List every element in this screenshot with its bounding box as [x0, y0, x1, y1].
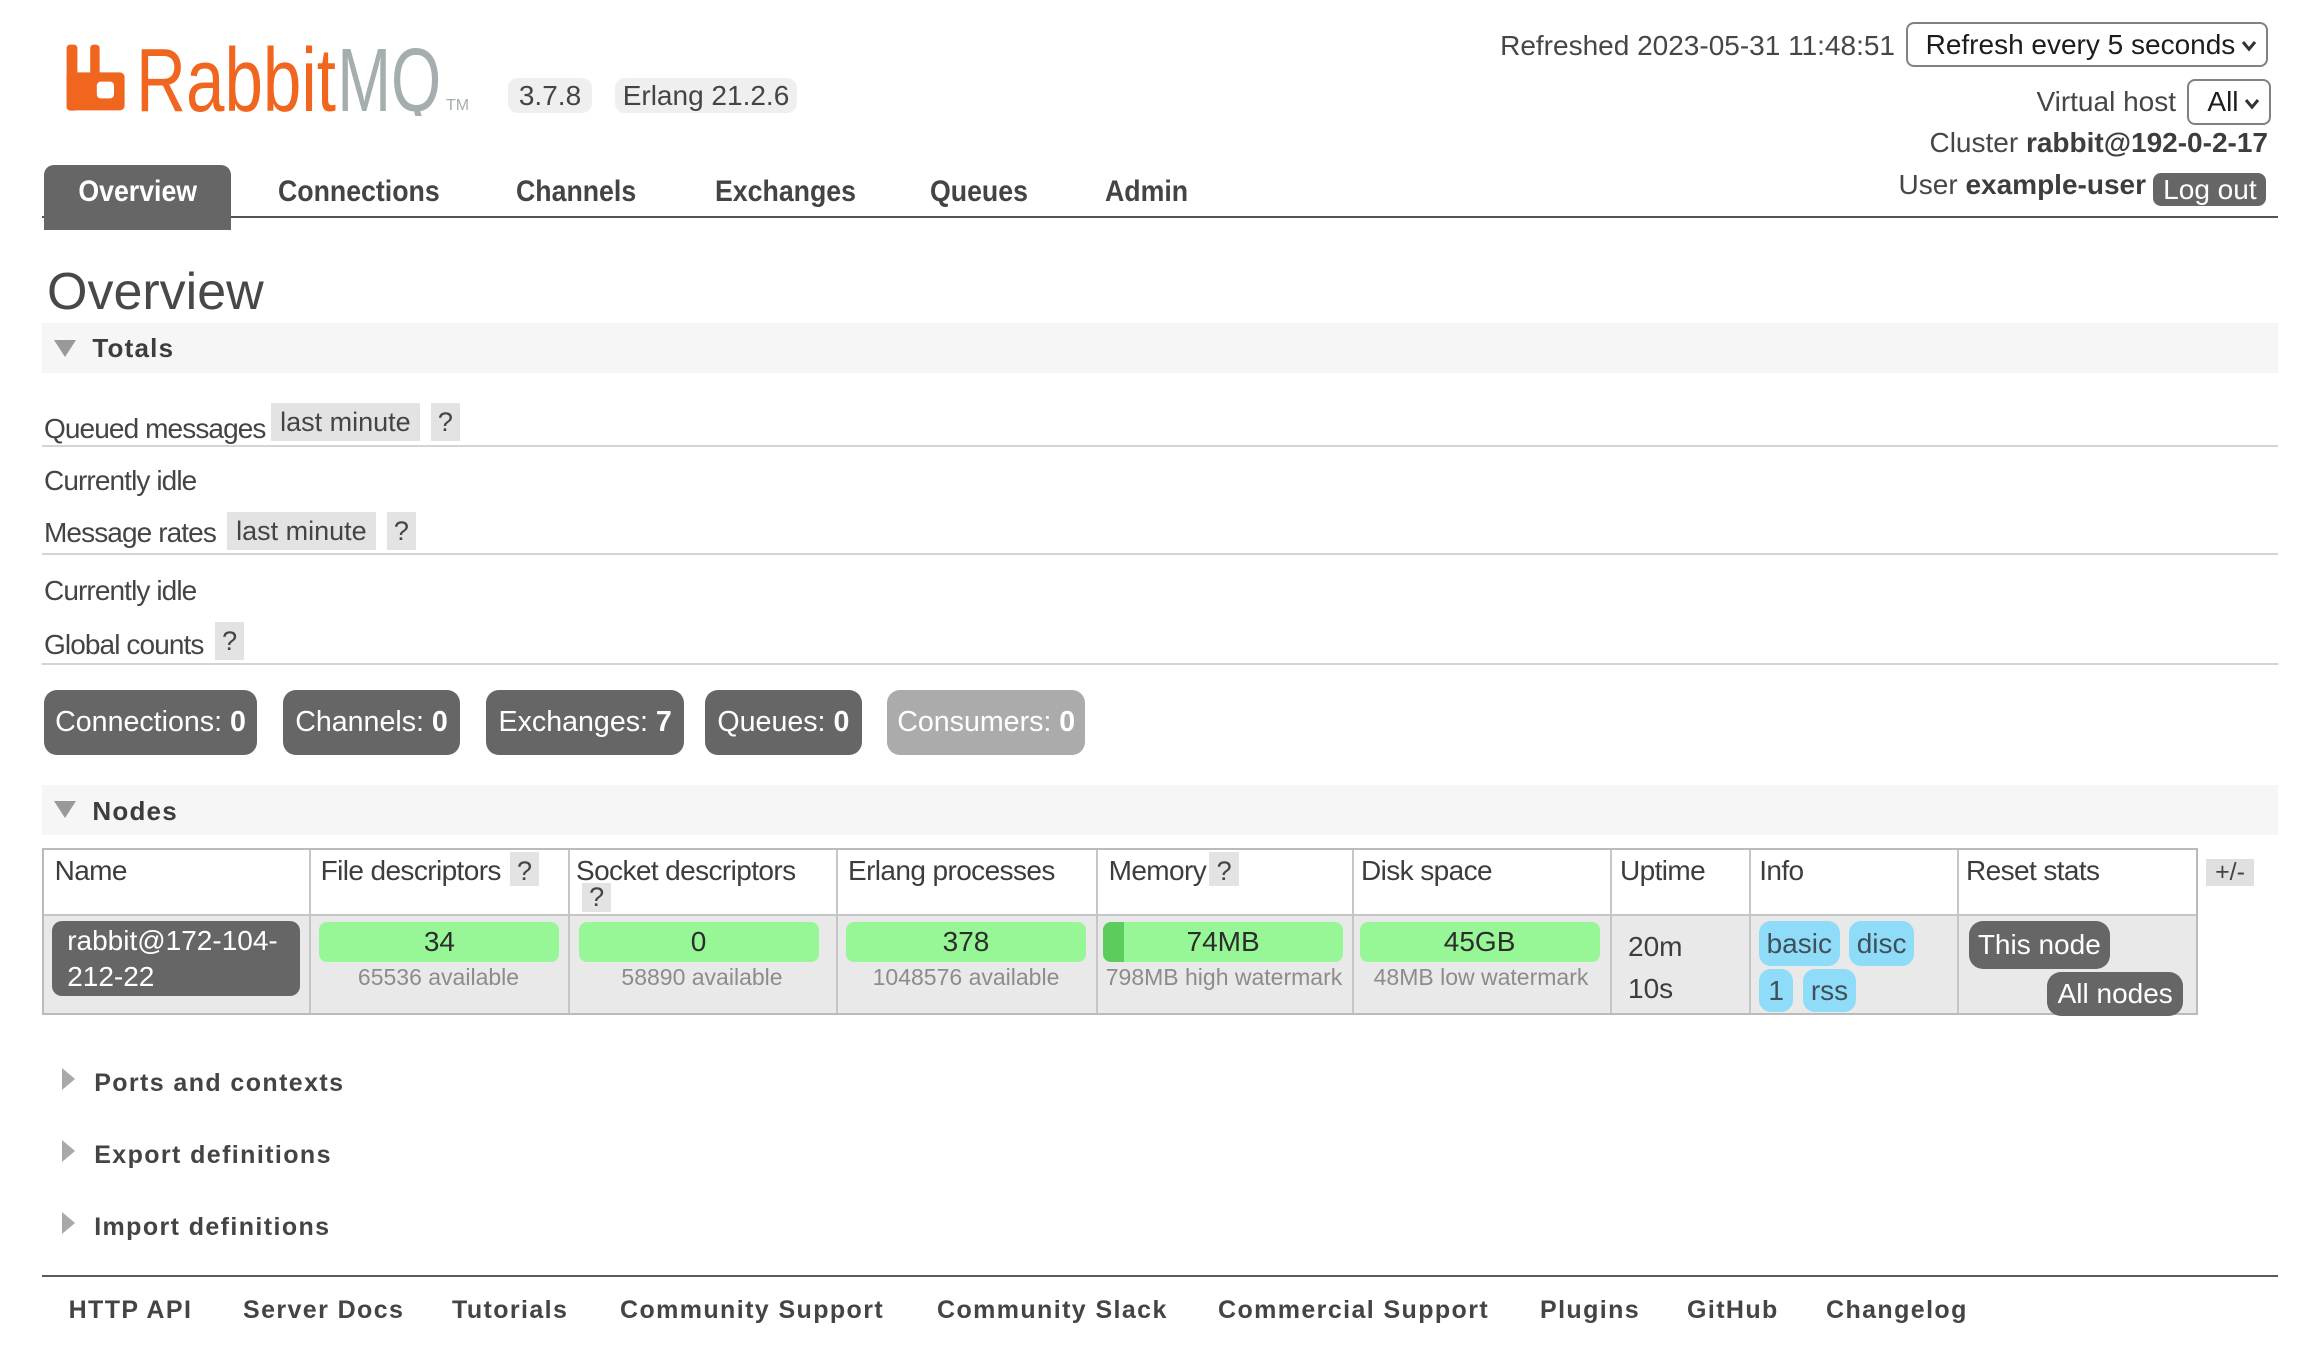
svg-text:MQ: MQ: [337, 44, 441, 116]
svg-text:Rabbit: Rabbit: [136, 44, 336, 116]
svg-text:TM: TM: [446, 97, 469, 114]
